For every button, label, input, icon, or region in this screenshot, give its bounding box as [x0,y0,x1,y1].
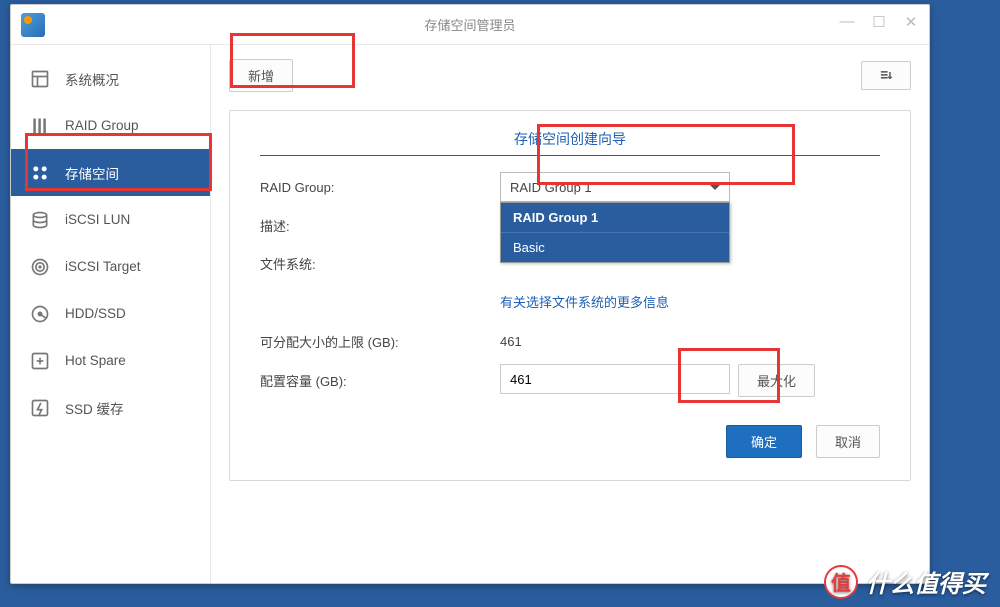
sidebar-item-iscsi-lun[interactable]: iSCSI LUN [11,196,210,243]
sidebar: 系统概况 RAID Group 存储空间 iSCSI LUN iSCSI Tar… [11,45,211,583]
dropdown-option-raid1[interactable]: RAID Group 1 [501,203,729,232]
divider [260,155,880,156]
sidebar-item-label: HDD/SSD [65,306,126,321]
watermark-text: 什么值得买 [866,564,986,599]
window-controls: — ☐ ✕ [837,13,921,31]
maximize-button[interactable]: 最大化 [738,364,815,397]
sidebar-item-label: 系统概况 [65,69,119,89]
filesystem-label: 文件系统: [260,254,500,273]
hot-spare-icon [29,350,51,372]
window-title: 存储空间管理员 [424,15,515,34]
overview-icon [29,68,51,90]
ssd-cache-icon [29,397,51,419]
alloc-size-input[interactable] [500,364,730,394]
description-label: 描述: [260,216,500,235]
watermark-badge: 值 [824,565,858,599]
wizard-title: 存储空间创建向导 [260,129,880,149]
raid-group-dropdown: RAID Group 1 Basic [500,202,730,263]
sidebar-item-label: SSD 缓存 [65,398,124,418]
volume-icon [29,162,51,184]
chevron-down-icon [710,185,720,195]
sidebar-item-hot-spare[interactable]: Hot Spare [11,337,210,384]
main-area: 新增 ≡↓ 存储空间创建向导 RAID Group: RAID Group 1 … [211,45,929,583]
sort-button[interactable]: ≡↓ [861,61,911,90]
sidebar-item-iscsi-target[interactable]: iSCSI Target [11,243,210,290]
filesystem-info-link[interactable]: 有关选择文件系统的更多信息 [500,295,669,310]
sidebar-item-hdd-ssd[interactable]: HDD/SSD [11,290,210,337]
sidebar-item-overview[interactable]: 系统概况 [11,55,210,102]
sidebar-item-volume[interactable]: 存储空间 [11,149,210,196]
raid-group-label: RAID Group: [260,180,500,195]
iscsi-target-icon [29,256,51,278]
sidebar-item-ssd-cache[interactable]: SSD 缓存 [11,384,210,431]
minimize-button[interactable]: — [837,13,857,31]
add-button[interactable]: 新增 [229,59,293,92]
titlebar: 存储空间管理员 — ☐ ✕ [11,5,929,45]
sidebar-item-raid-group[interactable]: RAID Group [11,102,210,149]
dropdown-option-basic[interactable]: Basic [501,232,729,262]
max-size-label: 可分配大小的上限 (GB): [260,332,500,351]
raid-group-icon [29,115,51,137]
sidebar-item-label: iSCSI Target [65,259,141,274]
wizard-panel: 存储空间创建向导 RAID Group: RAID Group 1 RAID G… [229,110,911,481]
watermark: 值 什么值得买 [824,564,986,599]
hdd-icon [29,303,51,325]
raid-group-select[interactable]: RAID Group 1 [500,172,730,202]
sidebar-item-label: 存储空间 [65,163,119,183]
raid-group-selected: RAID Group 1 [510,180,592,195]
cancel-button[interactable]: 取消 [816,425,880,458]
max-size-value: 461 [500,334,880,349]
app-icon [21,13,45,37]
ok-button[interactable]: 确定 [726,425,802,458]
toolbar: 新增 ≡↓ [229,59,911,92]
sidebar-item-label: Hot Spare [65,353,126,368]
iscsi-lun-icon [29,209,51,231]
close-button[interactable]: ✕ [901,13,921,31]
sidebar-item-label: iSCSI LUN [65,212,130,227]
alloc-size-label: 配置容量 (GB): [260,371,500,390]
sidebar-item-label: RAID Group [65,118,139,133]
maximize-button[interactable]: ☐ [869,13,889,31]
app-window: 存储空间管理员 — ☐ ✕ 系统概况 RAID Group 存储空间 iSCSI… [10,4,930,584]
